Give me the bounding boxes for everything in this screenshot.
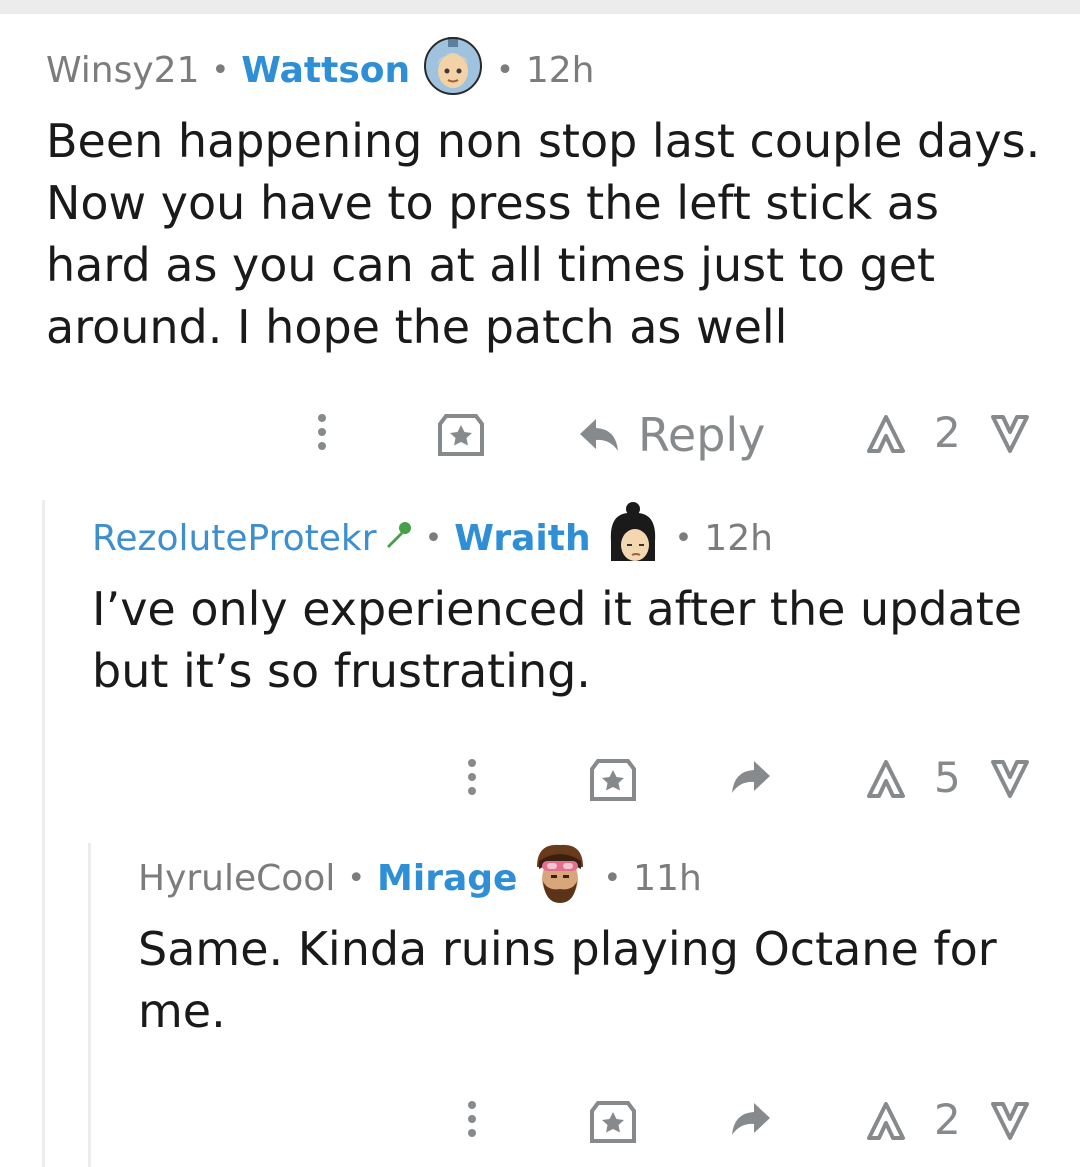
vote-score: 2 <box>934 1095 961 1144</box>
wattson-avatar-icon <box>422 35 484 106</box>
reply-button[interactable] <box>730 759 790 795</box>
comment: HyruleCool • Mirage • 11h Same. Kinda ru… <box>138 844 1058 1042</box>
comment: Winsy21 • Wattson • 12h Been happening n… <box>46 36 1046 358</box>
reply-arrow-icon <box>580 419 618 451</box>
comment-body: Been happening non stop last couple days… <box>46 114 1041 354</box>
separator-dot: • <box>211 52 230 88</box>
award-button[interactable] <box>590 759 636 801</box>
reply-label: Reply <box>638 408 766 462</box>
comment-meta: RezoluteProtekr • Wraith • 12h <box>92 501 1052 568</box>
award-button[interactable] <box>590 1101 636 1143</box>
upvote-icon[interactable] <box>866 1101 906 1141</box>
vote-score: 2 <box>934 408 961 457</box>
reply-arrow-icon <box>732 761 770 793</box>
user-flair: Mirage <box>377 857 518 899</box>
comment-author[interactable]: Winsy21 <box>46 50 200 91</box>
top-divider <box>0 0 1080 14</box>
mirage-avatar-icon <box>529 841 591 916</box>
upvote-icon[interactable] <box>866 759 906 799</box>
comment-actions: 5 <box>0 745 1080 815</box>
downvote-icon[interactable] <box>990 1101 1030 1141</box>
user-flair: Wraith <box>454 517 591 559</box>
comment-actions: 2 <box>0 1087 1080 1157</box>
separator-dot: • <box>424 520 443 556</box>
more-options-icon[interactable] <box>462 757 482 797</box>
comment: RezoluteProtekr • Wraith • 12h I’ve only… <box>92 501 1052 702</box>
upvote-icon[interactable] <box>866 414 906 454</box>
comment-time[interactable]: 11h <box>633 858 702 899</box>
wraith-avatar-icon <box>603 501 663 576</box>
downvote-icon[interactable] <box>990 759 1030 799</box>
vote-score: 5 <box>934 753 961 802</box>
comment-meta: HyruleCool • Mirage • 11h <box>138 844 1058 908</box>
more-options-icon[interactable] <box>312 412 332 452</box>
comment-author[interactable]: RezoluteProtekr <box>92 518 377 559</box>
reply-button[interactable] <box>730 1101 790 1137</box>
comment-time[interactable]: 12h <box>526 50 595 91</box>
comment-author[interactable]: HyruleCool <box>138 858 335 899</box>
comment-meta: Winsy21 • Wattson • 12h <box>46 36 1046 100</box>
more-options-icon[interactable] <box>462 1099 482 1139</box>
microphone-icon <box>383 518 413 559</box>
separator-dot: • <box>674 520 693 556</box>
comment-time[interactable]: 12h <box>704 518 773 559</box>
separator-dot: • <box>496 52 514 88</box>
thread-line[interactable] <box>42 500 45 1167</box>
reply-button[interactable]: Reply <box>578 408 765 462</box>
comment-body: Same. Kinda ruins playing Octane for me. <box>138 922 997 1038</box>
comment-actions: Reply 2 <box>0 400 1080 470</box>
separator-dot: • <box>347 860 366 896</box>
comment-body: I’ve only experienced it after the updat… <box>92 582 1023 698</box>
user-flair: Wattson <box>241 49 411 91</box>
award-button[interactable] <box>438 414 484 456</box>
reply-arrow-icon <box>732 1103 770 1135</box>
downvote-icon[interactable] <box>990 414 1030 454</box>
separator-dot: • <box>603 860 622 896</box>
